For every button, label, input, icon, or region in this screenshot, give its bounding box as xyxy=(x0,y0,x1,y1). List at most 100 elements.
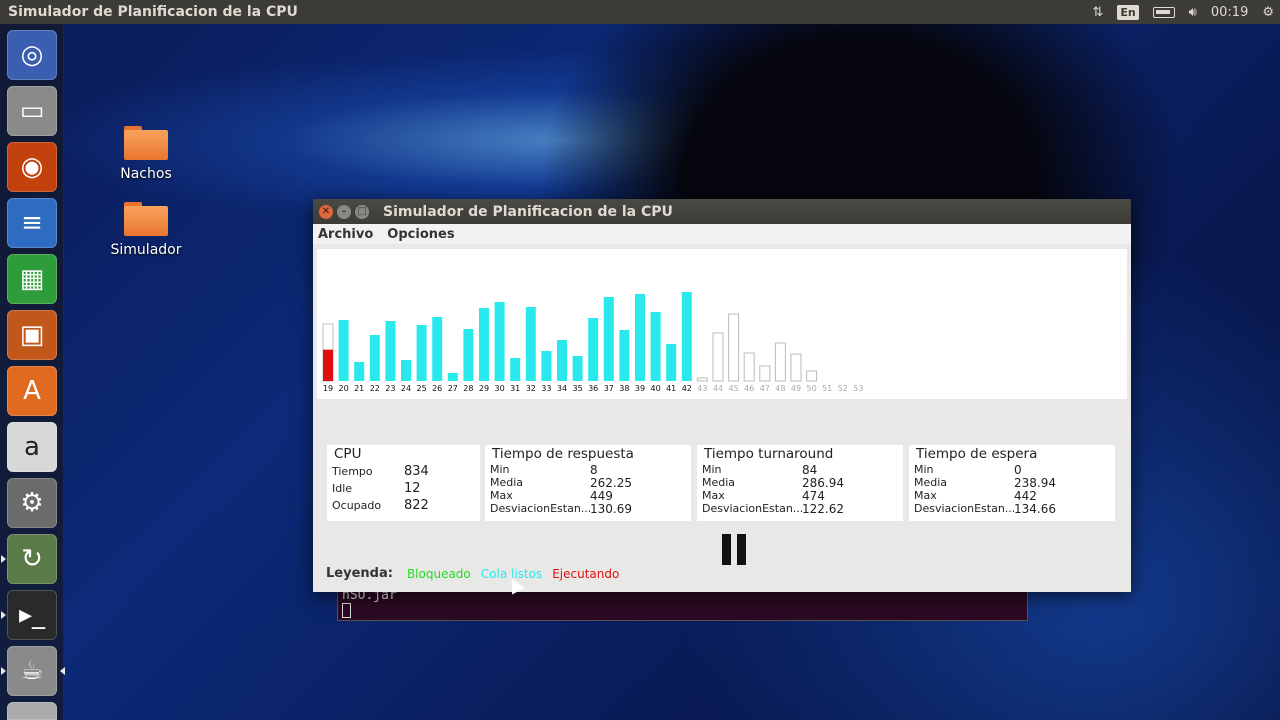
stat-row: Min 84 xyxy=(697,463,903,477)
legend-bloqueado: Bloqueado xyxy=(406,566,471,581)
process-tick-label: 41 xyxy=(666,384,676,393)
process-tick-label: 43 xyxy=(697,384,707,393)
stat-row: DesviacionEstan... 130.69 xyxy=(485,502,691,516)
desktop-icon-nachos[interactable]: Nachos xyxy=(101,126,191,182)
process-tick-label: 39 xyxy=(635,384,645,393)
process-bar xyxy=(541,351,552,381)
process-bar xyxy=(696,377,708,382)
amazon-icon[interactable]: a xyxy=(7,422,57,472)
process-tick-label: 29 xyxy=(479,384,489,393)
process-bar xyxy=(790,353,802,382)
process-bar xyxy=(588,318,599,381)
indicator-area: ⇅ En 🔊︎ 00:19 ⚙ xyxy=(1092,4,1280,20)
process-tick-label: 35 xyxy=(573,384,583,393)
software-center-icon[interactable]: A xyxy=(7,366,57,416)
simulator-window: ✕ – □ Simulador de Planificacion de la C… xyxy=(313,199,1131,592)
cpu-stat-row: Tiempo 834 xyxy=(327,463,480,480)
process-bar xyxy=(650,312,661,381)
process-bar xyxy=(401,360,411,381)
stat-value: 442 xyxy=(1014,488,1037,503)
process-bar xyxy=(681,292,692,381)
stat-key: Media xyxy=(702,476,736,489)
process-tick-label: 45 xyxy=(729,384,739,393)
process-chart: 19 20 21 22 23 24 25 26 27 28 29 30 31 32 33 34 35 36 37 38… xyxy=(317,249,1127,399)
process-tick-label: 20 xyxy=(339,384,349,393)
process-tick-label: 37 xyxy=(604,384,614,393)
process-tick-label: 53 xyxy=(853,384,863,393)
stat-key: Ocupado xyxy=(332,499,382,512)
stat-key: Tiempo xyxy=(332,465,373,478)
cpu-stats-title: CPU xyxy=(334,446,362,462)
process-bar xyxy=(510,358,521,381)
process-bar xyxy=(432,317,443,381)
pause-button[interactable] xyxy=(722,534,748,566)
stat-value: 834 xyxy=(404,464,429,479)
menu-opciones[interactable]: Opciones xyxy=(387,227,454,242)
process-tick-label: 24 xyxy=(401,384,411,393)
trash-icon[interactable] xyxy=(7,702,57,720)
process-tick-label: 33 xyxy=(541,384,551,393)
impress-icon[interactable]: ▣ xyxy=(7,310,57,360)
process-tick-label: 49 xyxy=(791,384,801,393)
maximize-icon[interactable]: □ xyxy=(355,204,369,219)
stat-value: 238.94 xyxy=(1014,475,1056,490)
process-bar xyxy=(572,356,583,381)
close-icon[interactable]: ✕ xyxy=(319,204,333,219)
clock[interactable]: 00:19 xyxy=(1211,5,1248,20)
process-bar xyxy=(728,313,740,382)
stat-key: Max xyxy=(490,489,513,502)
window-title: Simulador de Planificacion de la CPU xyxy=(383,203,673,220)
keyboard-layout-indicator[interactable]: En xyxy=(1117,4,1139,20)
process-bar xyxy=(759,365,771,382)
top-panel: Simulador de Planificacion de la CPU ⇅ E… xyxy=(0,0,1280,24)
terminal-icon[interactable]: ▸_ xyxy=(1,590,57,640)
process-tick-label: 28 xyxy=(463,384,473,393)
network-icon[interactable]: ⇅ xyxy=(1092,5,1103,20)
window-titlebar[interactable]: ✕ – □ Simulador de Planificacion de la C… xyxy=(313,199,1131,224)
process-tick-label: 51 xyxy=(822,384,832,393)
volume-icon[interactable]: 🔊︎ xyxy=(1189,5,1197,20)
stat-row: Media 238.94 xyxy=(909,475,1115,490)
calc-icon[interactable]: ▦ xyxy=(7,254,57,304)
process-tick-label: 34 xyxy=(557,384,567,393)
terminal-cursor xyxy=(342,603,351,618)
minimize-icon[interactable]: – xyxy=(337,204,351,219)
process-bar xyxy=(338,320,349,381)
software-updater-icon[interactable]: ↻ xyxy=(1,534,57,584)
desktop-icon-label: Simulador xyxy=(110,242,182,258)
java-icon[interactable]: ☕ xyxy=(1,646,65,696)
menu-bar: Archivo Opciones xyxy=(313,224,1131,244)
process-tick-label: 27 xyxy=(448,384,458,393)
pause-icon xyxy=(737,534,746,565)
stat-row: Max 474 xyxy=(697,488,903,503)
gear-icon[interactable]: ⚙ xyxy=(1262,5,1274,20)
process-bar xyxy=(806,370,818,382)
cpu-stat-row: Ocupado 822 xyxy=(327,497,480,514)
desktop-icon-label: Nachos xyxy=(120,166,172,182)
desktop-icon-simulador[interactable]: Simulador xyxy=(101,202,191,258)
process-bar xyxy=(743,352,755,382)
system-settings-icon[interactable]: ⚙ xyxy=(7,478,57,528)
process-tick-label: 22 xyxy=(370,384,380,393)
process-tick-label: 40 xyxy=(651,384,661,393)
stat-row: DesviacionEstan... 134.66 xyxy=(909,502,1115,516)
process-tick-label: 21 xyxy=(354,384,364,393)
process-tick-label: 50 xyxy=(807,384,817,393)
folder-icon xyxy=(124,202,168,236)
executing-fill xyxy=(323,349,333,381)
menu-archivo[interactable]: Archivo xyxy=(318,227,373,242)
stat-key: Min xyxy=(702,463,722,476)
turnaround-stats-box: Tiempo turnaround Min 84 Media 286.94 Max 4… xyxy=(697,445,903,521)
firefox-icon[interactable]: ◉ xyxy=(7,142,57,192)
cpu-stat-row: Idle 12 xyxy=(327,480,480,497)
battery-icon[interactable] xyxy=(1152,6,1175,18)
writer-icon[interactable]: ≡ xyxy=(7,198,57,248)
stat-value: 474 xyxy=(802,488,825,503)
stat-key: Min xyxy=(914,463,934,476)
files-icon[interactable]: ▭ xyxy=(7,86,57,136)
process-tick-label: 46 xyxy=(744,384,754,393)
legend-label: Leyenda: xyxy=(326,566,393,581)
folder-icon xyxy=(124,126,168,160)
ubuntu-dash-icon[interactable]: ◎ xyxy=(7,30,57,80)
stat-key: Idle xyxy=(332,482,353,495)
